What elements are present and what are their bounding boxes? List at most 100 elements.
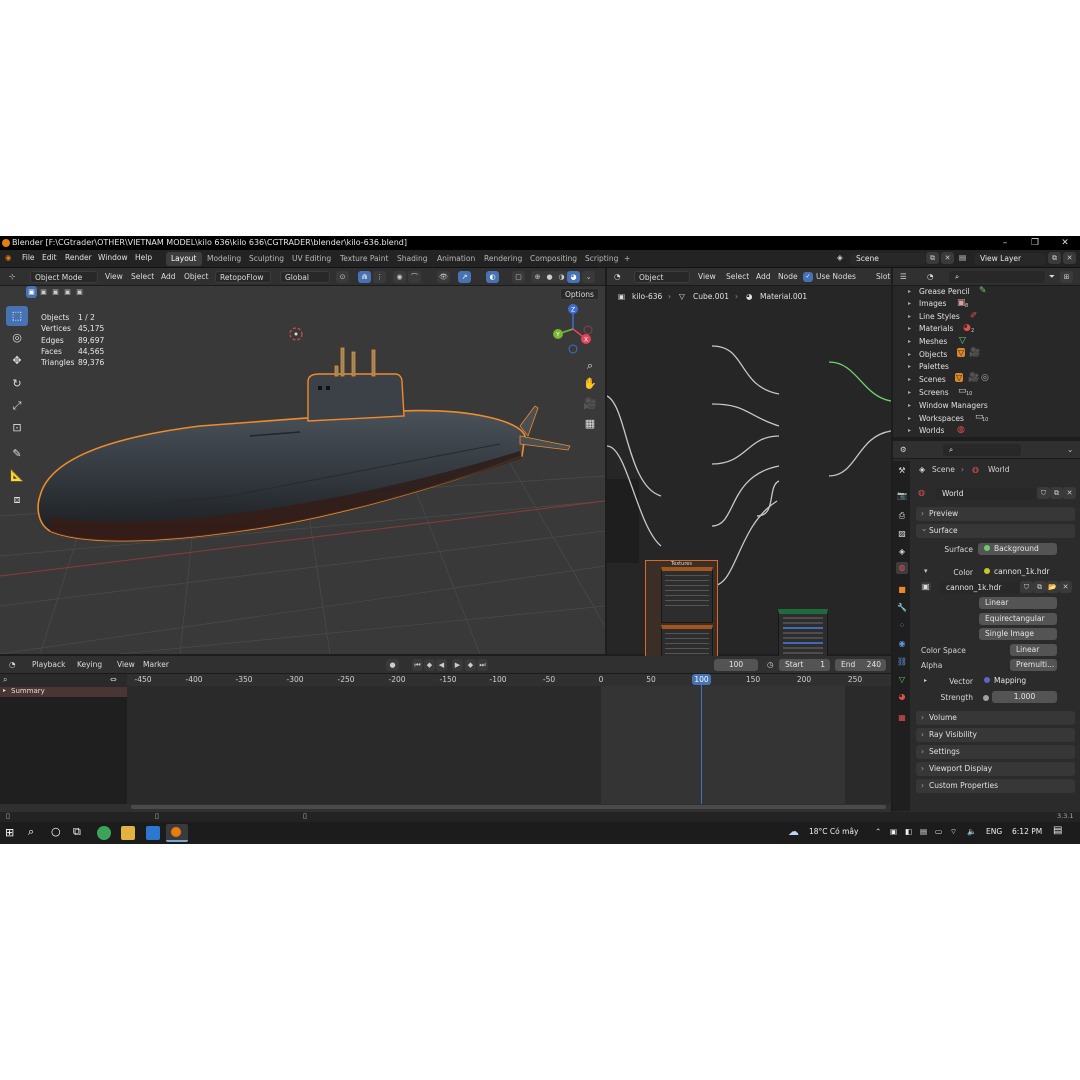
current-frame-field[interactable]: 100 (714, 659, 758, 671)
expand-arrow-icon[interactable]: ▸ (908, 402, 911, 409)
outliner-item-screens[interactable]: Screens (919, 388, 949, 397)
tab-modeling[interactable]: Modeling (202, 252, 246, 266)
menu-render[interactable]: Render (65, 253, 92, 262)
pan-hand-icon[interactable]: ✋ (581, 375, 599, 393)
node-editor-type-icon[interactable]: ◔ (610, 271, 625, 283)
slot-dropdown[interactable]: Slot (872, 271, 894, 283)
notifications-icon[interactable]: ▤ (1053, 825, 1062, 836)
pivot-icon[interactable]: ⊙ (336, 271, 349, 283)
menu-help[interactable]: Help (135, 253, 152, 262)
camera-view-icon[interactable]: 🎥 (581, 395, 599, 413)
overlay-icon[interactable]: ◐ (486, 271, 499, 283)
vector-input-field[interactable]: Mapping (978, 675, 1057, 687)
submarine-model[interactable] (37, 347, 571, 542)
falloff-icon[interactable]: ⌒ (408, 271, 421, 283)
expand-arrow-icon[interactable]: ▸ (908, 376, 911, 383)
select-extend-icon[interactable]: ▣ (38, 286, 49, 298)
perspective-grid-icon[interactable]: ▦ (581, 415, 599, 433)
tab-compositing[interactable]: Compositing (525, 252, 582, 266)
world-tab-icon[interactable]: ◍ (896, 562, 908, 574)
menu-edit[interactable]: Edit (42, 253, 57, 262)
expand-arrow-icon[interactable]: ▸ (908, 389, 911, 396)
tab-shading[interactable]: Shading (392, 252, 432, 266)
expand-arrow-icon[interactable]: ▸ (908, 300, 911, 307)
panel-settings[interactable]: Settings (916, 745, 1075, 759)
node-menu-select[interactable]: Select (722, 271, 753, 283)
viewport-menu-object[interactable]: Object (180, 271, 212, 283)
snap-target-icon[interactable]: ⋮ (373, 271, 386, 283)
xray-icon[interactable]: ▢ (512, 271, 525, 283)
retopoflow-dropdown[interactable]: RetopoFlow (215, 271, 271, 283)
panel-viewport-display[interactable]: Viewport Display (916, 762, 1075, 776)
expand-arrow-icon[interactable]: ▸ (908, 313, 911, 320)
menu-file[interactable]: File (22, 253, 35, 262)
record-icon[interactable]: ● (386, 659, 399, 671)
jump-start-icon[interactable]: ⏮ (412, 659, 423, 671)
outliner-item-materials[interactable]: Materials (919, 324, 953, 333)
outliner-item-objects[interactable]: Objects (919, 350, 947, 359)
timeline-menu-playback[interactable]: Playback (28, 659, 69, 671)
add-workspace-button[interactable]: + (619, 252, 635, 266)
delete-scene-icon[interactable]: ✕ (941, 252, 954, 264)
modifier-tab-icon[interactable]: 🔧 (896, 602, 908, 614)
outliner-search-input[interactable]: ⌕ (949, 271, 1045, 283)
world-name-field[interactable]: World (936, 488, 1036, 500)
playhead-line[interactable] (701, 684, 702, 804)
constraints-tab-icon[interactable]: ⛓ (896, 656, 908, 668)
expand-arrow-icon[interactable]: ▸ (908, 415, 911, 422)
scene-tab-icon[interactable]: ◈ (896, 546, 908, 558)
viewport-menu-view[interactable]: View (101, 271, 127, 283)
tab-rendering[interactable]: Rendering (479, 252, 527, 266)
unlink-image-icon[interactable]: ✕ (1059, 581, 1072, 593)
blender-taskbar-button[interactable] (166, 824, 188, 842)
expand-arrow-icon[interactable]: ▸ (908, 325, 911, 332)
image-browse-icon[interactable]: ▣ (921, 582, 931, 591)
next-keyframe-icon[interactable]: ◆ (465, 659, 476, 671)
strength-field[interactable]: 1.000 (992, 691, 1057, 703)
physics-tab-icon[interactable]: ◉ (896, 638, 908, 650)
navigation-gizmo[interactable]: Z Y X (548, 304, 604, 360)
proportional-edit-icon[interactable]: ◉ (393, 271, 406, 283)
3d-cursor[interactable] (289, 327, 303, 341)
node-menu-node[interactable]: Node (774, 271, 802, 283)
expand-arrow-icon[interactable]: ▸ (908, 338, 911, 345)
outliner-item-workspaces[interactable]: Workspaces (919, 414, 964, 423)
shader-type-dropdown[interactable]: Object (634, 271, 690, 283)
panel-preview[interactable]: Preview (916, 507, 1075, 521)
tab-scripting[interactable]: Scripting (580, 252, 623, 266)
new-view-layer-icon[interactable]: ⧉ (1048, 252, 1061, 264)
properties-editor-type-icon[interactable]: ⚙ (896, 444, 911, 456)
scene-icon[interactable]: ◈ (833, 252, 847, 264)
unlink-world-icon[interactable]: ✕ (1063, 487, 1076, 499)
object-mode-dropdown[interactable]: Object Mode (30, 271, 98, 283)
output-tab-icon[interactable]: ⎙ (896, 510, 908, 522)
delete-view-layer-icon[interactable]: ✕ (1063, 252, 1076, 264)
cursor-tool-icon[interactable]: ◎ (6, 328, 28, 348)
tray-icon[interactable]: ▣ (890, 827, 897, 836)
file-explorer-icon[interactable] (121, 826, 135, 840)
timeline-swap-icon[interactable]: ⇔ (110, 675, 117, 684)
image-duplicate-icon[interactable]: ⧉ (1033, 581, 1046, 593)
panel-volume[interactable]: Volume (916, 711, 1075, 725)
tool-tab-icon[interactable]: ⚒ (896, 465, 908, 477)
outliner-item-images[interactable]: Images (919, 299, 946, 308)
scene-selector[interactable]: Scene (850, 253, 925, 265)
summary-expand-arrow-icon[interactable]: ▸ (3, 687, 6, 694)
transform-tool-icon[interactable]: ⊡ (6, 418, 28, 438)
outliner-item-line-styles[interactable]: Line Styles (919, 312, 960, 321)
duplicate-world-icon[interactable]: ⧉ (1050, 487, 1063, 499)
close-button[interactable]: ✕ (1050, 236, 1080, 250)
move-tool-icon[interactable]: ✥ (6, 351, 28, 371)
select-box-tool-icon[interactable]: ⬚ (6, 306, 28, 326)
tray-overflow-icon[interactable]: ⌃ (875, 827, 881, 836)
select-new-icon[interactable]: ▣ (26, 286, 37, 298)
add-cube-tool-icon[interactable]: ⧈ (6, 490, 28, 510)
timeline-menu-view[interactable]: View (113, 659, 139, 671)
task-view-icon[interactable]: ⧉ (73, 825, 81, 839)
surface-shader-field[interactable]: Background (978, 543, 1057, 555)
expand-arrow-icon[interactable]: ▸ (908, 351, 911, 358)
gizmo-icon[interactable]: ↗ (458, 271, 471, 283)
weather-text[interactable]: 18°C Có mây (809, 827, 858, 836)
editor-type-icon[interactable]: ⊹ (5, 271, 19, 283)
tab-layout[interactable]: Layout (166, 252, 202, 266)
